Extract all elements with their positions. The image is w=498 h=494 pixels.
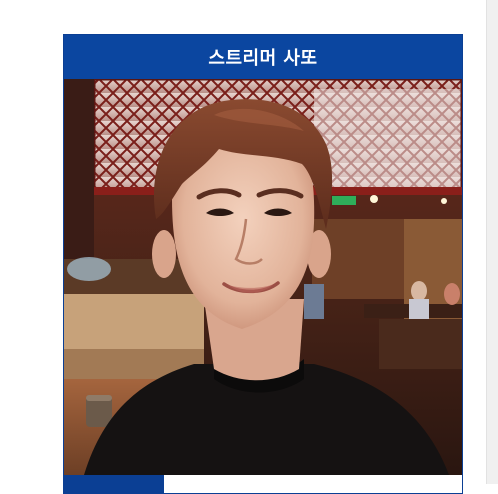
profile-info-row (64, 475, 462, 493)
info-value (164, 475, 462, 493)
card-title: 스트리머 사또 (64, 35, 462, 79)
streamer-photo (64, 79, 462, 475)
info-label (64, 475, 164, 493)
streamer-profile-card: 스트리머 사또 (63, 34, 463, 494)
page-scrollbar[interactable] (486, 0, 498, 484)
